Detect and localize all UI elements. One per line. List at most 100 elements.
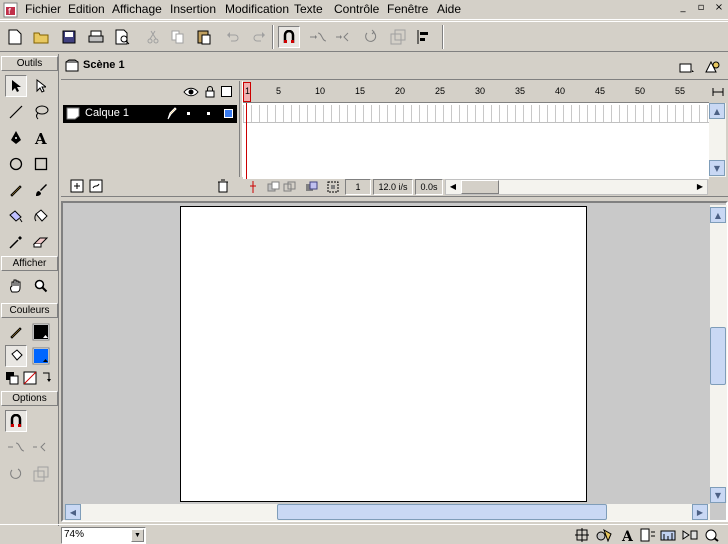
copy-icon[interactable]: [167, 26, 189, 48]
stage-hscroll-thumb[interactable]: [277, 504, 607, 520]
stroke-color-swatch[interactable]: [30, 321, 52, 343]
movie-explorer-icon[interactable]: [704, 527, 720, 543]
stage-vscroll-thumb[interactable]: [710, 327, 726, 385]
library-icon[interactable]: [596, 527, 612, 543]
add-layer-icon[interactable]: [70, 179, 84, 196]
rotate-option-icon[interactable]: [5, 463, 27, 485]
info-panel-icon[interactable]: [574, 527, 590, 543]
frame-area[interactable]: [243, 103, 709, 179]
eraser-tool-icon[interactable]: [30, 231, 52, 253]
print-preview-icon[interactable]: [112, 26, 134, 48]
text-tool-icon[interactable]: A: [30, 127, 52, 149]
edit-symbol-icon[interactable]: [702, 58, 724, 76]
swap-colors-icon[interactable]: [38, 369, 56, 387]
pencil-tool-icon[interactable]: [5, 179, 27, 201]
layer-visible-dot[interactable]: [187, 112, 190, 115]
timeline-hscroll[interactable]: ◀ ▶: [445, 179, 708, 195]
frame-view-menu-icon[interactable]: [709, 81, 726, 103]
stage-hscroll[interactable]: ◀ ▶: [65, 504, 710, 521]
hand-tool-icon[interactable]: [5, 275, 27, 297]
mixer-panel-icon[interactable]: [660, 527, 676, 543]
menu-texte[interactable]: Texte: [294, 2, 323, 18]
scroll-right-icon[interactable]: ▶: [693, 180, 707, 194]
menu-edition[interactable]: Edition: [68, 2, 105, 18]
outline-icon[interactable]: [221, 86, 232, 97]
snap-magnet-icon[interactable]: [278, 26, 300, 48]
new-icon[interactable]: [4, 26, 26, 48]
zoom-select[interactable]: 74% ▼: [61, 527, 146, 544]
snap-option-icon[interactable]: [5, 410, 27, 432]
paste-icon[interactable]: [193, 26, 215, 48]
brush-tool-icon[interactable]: [30, 179, 52, 201]
center-frame-icon[interactable]: [247, 180, 259, 197]
pen-tool-icon[interactable]: [5, 127, 27, 149]
straighten-option-icon[interactable]: [30, 436, 52, 458]
lasso-tool-icon[interactable]: [30, 101, 52, 123]
scroll-left-icon[interactable]: ◀: [446, 180, 460, 194]
lock-icon[interactable]: [205, 85, 215, 101]
default-colors-icon[interactable]: [3, 369, 21, 387]
close-button[interactable]: ×: [711, 2, 727, 16]
trash-icon[interactable]: [217, 179, 229, 196]
menu-affichage[interactable]: Affichage: [112, 2, 162, 18]
open-icon[interactable]: [31, 26, 53, 48]
smooth-icon[interactable]: [307, 26, 329, 48]
edit-multiple-frames-icon[interactable]: [305, 180, 319, 197]
modify-markers-icon[interactable]: [326, 180, 340, 197]
onion-skin-icon[interactable]: [267, 180, 281, 197]
redo-icon[interactable]: [248, 26, 270, 48]
menu-modification[interactable]: Modification: [225, 2, 289, 18]
rectangle-tool-icon[interactable]: [30, 153, 52, 175]
menu-insertion[interactable]: Insertion: [170, 2, 216, 18]
menu-fenetre[interactable]: Fenêtre: [387, 2, 428, 18]
save-icon[interactable]: [58, 26, 80, 48]
minimize-button[interactable]: _: [675, 2, 691, 16]
stage-area[interactable]: ▲ ▼ ◀ ▶: [61, 201, 728, 522]
layer-outline-color[interactable]: [224, 109, 233, 118]
scroll-down-icon[interactable]: ▼: [710, 487, 726, 503]
add-guide-layer-icon[interactable]: [89, 179, 103, 196]
character-panel-icon[interactable]: A: [620, 527, 636, 543]
menu-aide[interactable]: Aide: [437, 2, 461, 18]
scroll-down-icon[interactable]: ▼: [709, 160, 725, 176]
cut-icon[interactable]: [142, 26, 164, 48]
onion-outline-icon[interactable]: [283, 180, 297, 197]
instance-panel-icon[interactable]: [640, 527, 656, 543]
stage-canvas[interactable]: [180, 206, 587, 502]
scale-option-icon[interactable]: [30, 463, 52, 485]
actions-panel-icon[interactable]: [682, 527, 698, 543]
straighten-icon[interactable]: [333, 26, 355, 48]
edit-scene-icon[interactable]: [676, 58, 698, 76]
menu-fichier[interactable]: Fichier: [25, 2, 61, 18]
timeline-vscroll[interactable]: ▲ ▼: [709, 103, 726, 177]
no-color-icon[interactable]: [21, 369, 39, 387]
eye-icon[interactable]: [183, 86, 199, 101]
paint-bucket-tool-icon[interactable]: [30, 205, 52, 227]
ink-bottle-tool-icon[interactable]: [5, 205, 27, 227]
undo-icon[interactable]: [222, 26, 244, 48]
layer-row-calque-1[interactable]: Calque 1: [63, 105, 237, 123]
stage-vscroll[interactable]: ▲ ▼: [710, 205, 727, 503]
flash-app-icon[interactable]: f: [3, 2, 20, 18]
eyedropper-tool-icon[interactable]: [5, 231, 27, 253]
chevron-down-icon[interactable]: ▼: [131, 529, 144, 542]
scroll-up-icon[interactable]: ▲: [709, 103, 725, 119]
zoom-tool-icon[interactable]: [30, 275, 52, 297]
print-icon[interactable]: [85, 26, 107, 48]
smooth-option-icon[interactable]: [5, 436, 27, 458]
menu-controle[interactable]: Contrôle: [334, 2, 379, 18]
rotate-icon[interactable]: [360, 26, 382, 48]
timeline-hscroll-thumb[interactable]: [461, 180, 499, 194]
subselect-tool-icon[interactable]: [30, 75, 52, 97]
fill-color-swatch[interactable]: [30, 345, 52, 367]
align-icon[interactable]: [413, 26, 435, 48]
restore-button[interactable]: ▫: [693, 2, 709, 16]
scale-icon[interactable]: [387, 26, 409, 48]
scroll-right-icon[interactable]: ▶: [692, 504, 708, 520]
oval-tool-icon[interactable]: [5, 153, 27, 175]
line-tool-icon[interactable]: [5, 101, 27, 123]
frame-row-calque-1[interactable]: [243, 105, 709, 123]
layer-lock-dot[interactable]: [207, 112, 210, 115]
frame-ruler[interactable]: 1 5 10 15 20 25 30 35 40 45 50 55: [243, 81, 709, 103]
scroll-up-icon[interactable]: ▲: [710, 207, 726, 223]
